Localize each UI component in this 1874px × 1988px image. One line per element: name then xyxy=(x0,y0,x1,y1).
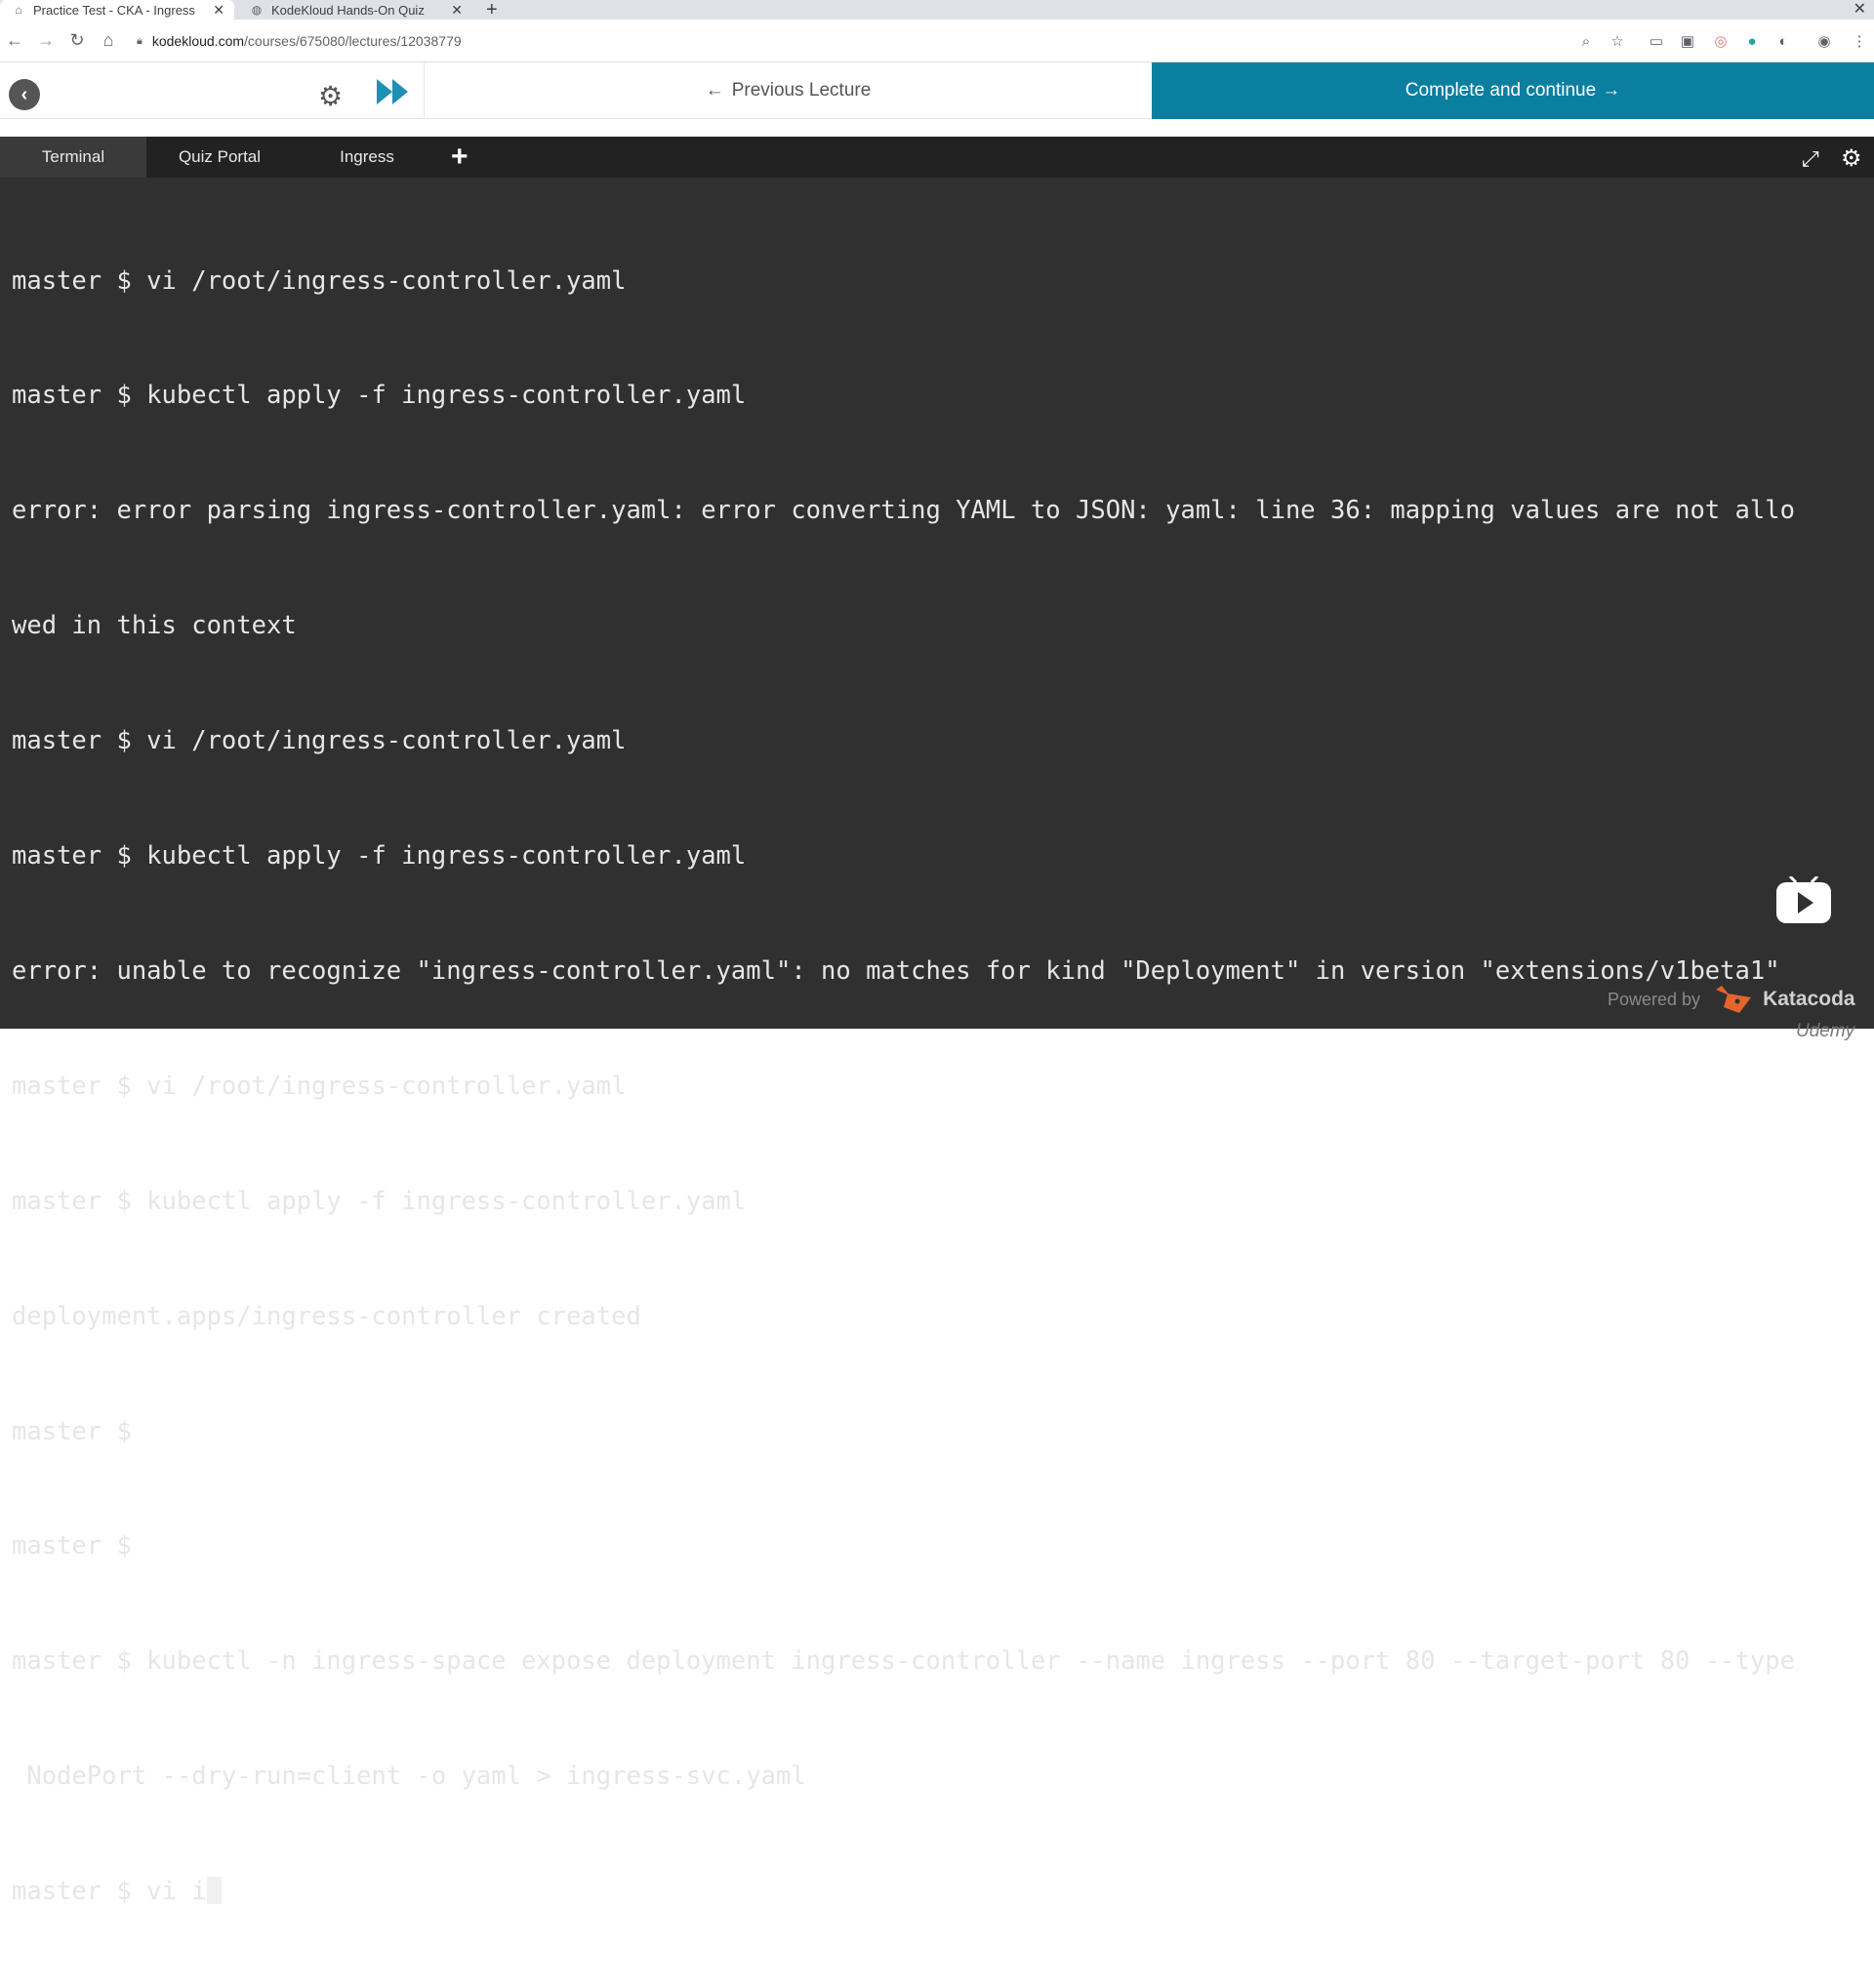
tab-terminal[interactable]: Terminal xyxy=(0,137,146,178)
extension-icon[interactable]: ▣ xyxy=(1677,30,1698,52)
forward-arrow-icon[interactable]: → xyxy=(33,27,59,53)
powered-by-katacoda[interactable]: Powered by Katacoda xyxy=(1608,984,1855,1015)
lock-icon: 🔒︎ xyxy=(137,34,143,47)
browser-tab-practice-test[interactable]: ⌂ Practice Test - CKA - Ingress N ✕ xyxy=(0,0,234,20)
extension-icon[interactable]: ▭ xyxy=(1646,30,1667,52)
settings-gear-icon[interactable]: ⚙ xyxy=(318,80,343,112)
extension-icon[interactable]: ◎ xyxy=(1710,30,1731,52)
browser-tab-quiz[interactable]: ◍ KodeKloud Hands-On Quiz ✕ xyxy=(238,0,472,20)
window-close-icon[interactable]: ✕ xyxy=(1854,0,1866,19)
udemy-watermark: Udemy xyxy=(1796,1021,1855,1041)
terminal-line: error: error parsing ingress-controller.… xyxy=(12,496,1795,526)
extension-icon[interactable]: ◐ xyxy=(1772,30,1794,52)
powered-by-label: Powered by xyxy=(1608,989,1701,1009)
collapse-sidebar-button[interactable]: ‹ xyxy=(9,79,40,110)
arrow-left-icon: ← xyxy=(705,80,724,101)
complete-and-continue-button[interactable]: Complete and continue → xyxy=(1152,62,1874,119)
current-command-input[interactable]: master $ vi i xyxy=(12,1877,207,1906)
terminal-line: master $ kubectl apply -f ingress-contro… xyxy=(12,381,747,411)
terminal-line: deployment.apps/ingress-controller creat… xyxy=(12,1301,641,1331)
address-bar-row: ← → ↻ ⌂ 🔒︎ kodekloud.com/courses/675080/… xyxy=(0,20,1874,62)
terminal-line: master $ kubectl apply -f ingress-contro… xyxy=(12,841,747,872)
autoplay-fast-forward-icon[interactable] xyxy=(375,76,410,107)
back-arrow-icon[interactable]: ← xyxy=(2,27,27,53)
add-tab-icon[interactable]: + xyxy=(451,141,468,174)
zoom-icon[interactable]: ⌕ xyxy=(1575,30,1597,52)
home-favicon-icon: ⌂ xyxy=(15,3,22,17)
previous-lecture-label: Previous Lecture xyxy=(731,80,872,101)
terminal-line: master $ xyxy=(12,1416,132,1446)
terminal-line: master $ xyxy=(12,1531,132,1562)
arrow-right-icon: → xyxy=(1602,80,1621,101)
home-icon[interactable]: ⌂ xyxy=(96,27,121,53)
close-tab-icon[interactable]: ✕ xyxy=(451,2,463,19)
grammarly-icon[interactable]: ● xyxy=(1741,30,1763,52)
terminal-line: master $ vi /root/ingress-controller.yam… xyxy=(12,265,627,296)
terminal-tabs: Terminal Quiz Portal Ingress + ⤢ ⚙ xyxy=(0,137,1874,178)
reload-icon[interactable]: ↻ xyxy=(64,27,90,53)
terminal-settings-gear-icon[interactable]: ⚙ xyxy=(1841,144,1862,173)
browser-tab-title: KodeKloud Hands-On Quiz xyxy=(271,2,425,18)
tab-ingress[interactable]: Ingress xyxy=(293,137,441,178)
fullscreen-icon[interactable]: ⤢ xyxy=(1802,146,1819,172)
terminal-line: wed in this context xyxy=(12,611,297,641)
course-navigation-bar: ‹ ⚙ ← Previous Lecture Complete and cont… xyxy=(0,62,1874,119)
chevron-left-icon: ‹ xyxy=(20,83,28,105)
terminal-line: error: unable to recognize "ingress-cont… xyxy=(12,955,1780,986)
terminal-line: master $ vi /root/ingress-controller.yam… xyxy=(12,726,627,756)
terminal-prompt-line[interactable]: master $ vi i xyxy=(12,1873,1866,1911)
katacoda-workspace: Terminal Quiz Portal Ingress + ⤢ ⚙ maste… xyxy=(0,137,1874,1906)
url-text: kodekloud.com/courses/675080/lectures/12… xyxy=(151,33,462,49)
menu-kebab-icon[interactable]: ⋮ xyxy=(1849,30,1870,52)
text-cursor xyxy=(206,1877,222,1905)
terminal-line: master $ kubectl -n ingress-space expose… xyxy=(12,1646,1795,1677)
globe-favicon-icon: ◍ xyxy=(251,3,263,17)
profile-avatar-icon[interactable]: ◉ xyxy=(1813,30,1835,52)
bookmark-star-icon[interactable]: ☆ xyxy=(1607,30,1628,52)
browser-tab-title: Practice Test - CKA - Ingress N xyxy=(33,2,199,18)
katacoda-brand: Katacoda xyxy=(1763,988,1855,1010)
terminal-output[interactable]: master $ vi /root/ingress-controller.yam… xyxy=(12,185,1866,1988)
new-tab-icon[interactable]: + xyxy=(486,0,498,21)
play-video-icon[interactable] xyxy=(1774,876,1833,925)
terminal-line: master $ vi /root/ingress-controller.yam… xyxy=(12,1071,627,1101)
tab-quiz-portal[interactable]: Quiz Portal xyxy=(146,137,293,178)
terminal-line: NodePort --dry-run=client -o yaml > ingr… xyxy=(12,1762,806,1792)
browser-tab-strip: ⌂ Practice Test - CKA - Ingress N ✕ ◍ Ko… xyxy=(0,0,1874,20)
complete-label: Complete and continue xyxy=(1405,80,1597,101)
close-tab-icon[interactable]: ✕ xyxy=(213,2,224,19)
url-field[interactable]: 🔒︎ kodekloud.com/courses/675080/lectures… xyxy=(137,25,1610,57)
previous-lecture-button[interactable]: ← Previous Lecture xyxy=(424,62,1152,119)
katacoda-logo-icon xyxy=(1716,986,1752,1013)
terminal-line: master $ kubectl apply -f ingress-contro… xyxy=(12,1186,747,1216)
